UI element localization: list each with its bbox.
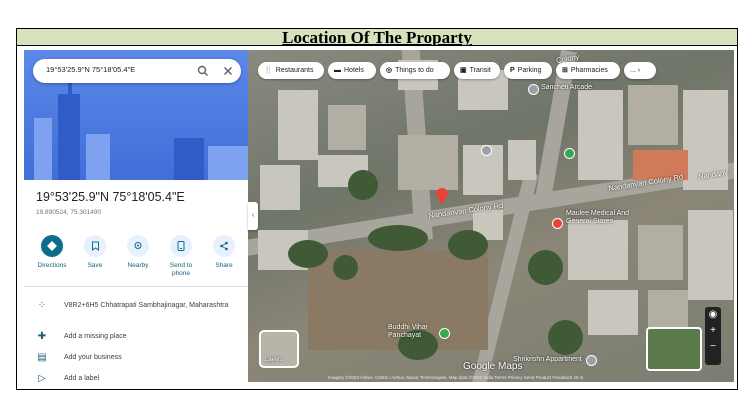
add-missing-place-row[interactable]: ✚ Add a missing place xyxy=(36,331,242,343)
camera-icon: ◎ xyxy=(386,67,393,74)
tree xyxy=(333,255,358,280)
chip-pharmacies[interactable]: ⊞ Pharmacies xyxy=(556,62,620,79)
poi-pin[interactable] xyxy=(564,148,575,159)
location-pin-icon[interactable] xyxy=(434,186,450,206)
building xyxy=(278,90,318,160)
building xyxy=(688,210,733,300)
tree xyxy=(288,240,328,268)
add-label-label: Add a label xyxy=(64,375,100,382)
business-icon: ▤ xyxy=(37,352,47,363)
fork-knife-icon: 🍴 xyxy=(264,67,273,74)
share-label: Share xyxy=(215,262,233,269)
building xyxy=(628,85,678,145)
zoom-in-button[interactable]: + xyxy=(705,323,721,339)
satellite-map[interactable]: 🍴 Restaurants ▬ Hotels ◎ Things to do ▣ Tran… xyxy=(248,50,734,382)
layers-label: Layers xyxy=(265,357,284,363)
plus-code-text: V8R2+6H5 Chhatrapati Sambhajinagar, Maha… xyxy=(64,302,229,309)
plus-code-icon: ⁘ xyxy=(37,300,47,311)
building xyxy=(398,135,458,190)
building xyxy=(578,90,623,180)
place-decimal-coordinates: 19.890524, 75.301490 xyxy=(36,209,102,216)
map-attribution: Imagery ©2023 Airbus, CNES / Airbus, Max… xyxy=(328,375,584,380)
pharmacy-icon: ⊞ xyxy=(562,67,568,74)
building xyxy=(638,225,683,280)
search-input[interactable]: 19°53'25.9"N 75°18'05.4"E xyxy=(46,65,135,74)
building xyxy=(328,105,366,150)
divider xyxy=(24,286,248,287)
building xyxy=(588,290,638,335)
poi-pin[interactable] xyxy=(586,355,597,366)
save-button[interactable]: Save xyxy=(75,235,115,270)
add-place-icon: ✚ xyxy=(37,331,47,342)
directions-icon xyxy=(47,241,57,251)
tree xyxy=(548,320,583,355)
nearby-icon xyxy=(134,242,142,249)
tree xyxy=(448,230,488,260)
chip-hotels[interactable]: ▬ Hotels xyxy=(328,62,376,79)
building xyxy=(568,220,628,280)
add-missing-place-label: Add a missing place xyxy=(64,333,127,340)
poi-label[interactable]: Shrikrishn Appartment xyxy=(513,356,582,364)
poi-pin[interactable] xyxy=(528,84,539,95)
share-icon xyxy=(220,241,228,251)
directions-button[interactable]: Directions xyxy=(32,235,72,270)
plus-code-row[interactable]: ⁘ V8R2+6H5 Chhatrapati Sambhajinagar, Ma… xyxy=(36,300,242,322)
add-business-label: Add your business xyxy=(64,354,122,361)
collapse-panel-button[interactable]: ‹ xyxy=(248,202,258,230)
poi-label[interactable]: Buddhi Vihar Panchayat xyxy=(388,324,438,340)
tree xyxy=(528,250,563,285)
add-business-row[interactable]: ▤ Add your business xyxy=(36,352,242,364)
bus-icon: ▣ xyxy=(460,67,467,74)
nearby-button[interactable]: Nearby xyxy=(118,235,158,270)
poi-label[interactable]: Maulee Medical And General Stores xyxy=(566,210,636,226)
nearby-label: Nearby xyxy=(127,262,149,269)
building xyxy=(648,290,688,330)
add-label-row[interactable]: ▷ Add a label xyxy=(36,373,242,382)
parking-icon: P xyxy=(510,67,515,74)
place-panel: 19°53'25.9"N 75°18'05.4"E 19°53'25.9"N 7… xyxy=(24,50,248,382)
poi-pin[interactable] xyxy=(552,218,563,229)
page-title: Location Of The Proparty xyxy=(16,28,738,46)
poi-label[interactable]: Sancheti Arcade xyxy=(541,84,592,92)
chip-restaurants[interactable]: 🍴 Restaurants xyxy=(258,62,324,79)
google-maps-logo: Google Maps xyxy=(463,361,523,372)
send-to-phone-button[interactable]: Send to phone xyxy=(161,235,201,278)
layers-button[interactable]: Layers xyxy=(259,330,299,368)
street-view-thumbnail[interactable] xyxy=(646,327,702,371)
bed-icon: ▬ xyxy=(334,67,341,74)
building xyxy=(260,165,300,210)
close-icon[interactable] xyxy=(221,64,235,78)
action-buttons: Directions Save Nearby Send to phone Sha… xyxy=(32,235,244,280)
chip-things-to-do[interactable]: ◎ Things to do xyxy=(380,62,450,79)
place-title: 19°53'25.9"N 75°18'05.4"E xyxy=(36,190,185,204)
bookmark-icon xyxy=(91,241,99,251)
my-location-icon[interactable]: ◉ xyxy=(705,307,721,323)
zoom-out-button[interactable]: − xyxy=(705,339,721,355)
save-label: Save xyxy=(87,262,103,269)
share-button[interactable]: Share xyxy=(204,235,244,270)
phone-icon xyxy=(177,241,185,251)
send-to-phone-label: Send to phone xyxy=(169,262,193,277)
poi-pin[interactable] xyxy=(439,328,450,339)
directions-label: Directions xyxy=(37,262,67,269)
chip-parking[interactable]: P Parking xyxy=(504,62,552,79)
zoom-controls: ◉ + − xyxy=(705,307,721,365)
tree xyxy=(368,225,428,251)
search-bar[interactable]: 19°53'25.9"N 75°18'05.4"E xyxy=(33,59,241,83)
chip-transit[interactable]: ▣ Transit xyxy=(454,62,500,79)
chip-more[interactable]: ... › xyxy=(624,62,656,79)
tree xyxy=(348,170,378,200)
poi-pin[interactable] xyxy=(481,145,492,156)
building xyxy=(508,140,536,180)
label-icon: ▷ xyxy=(38,373,46,382)
search-icon[interactable] xyxy=(196,64,210,78)
